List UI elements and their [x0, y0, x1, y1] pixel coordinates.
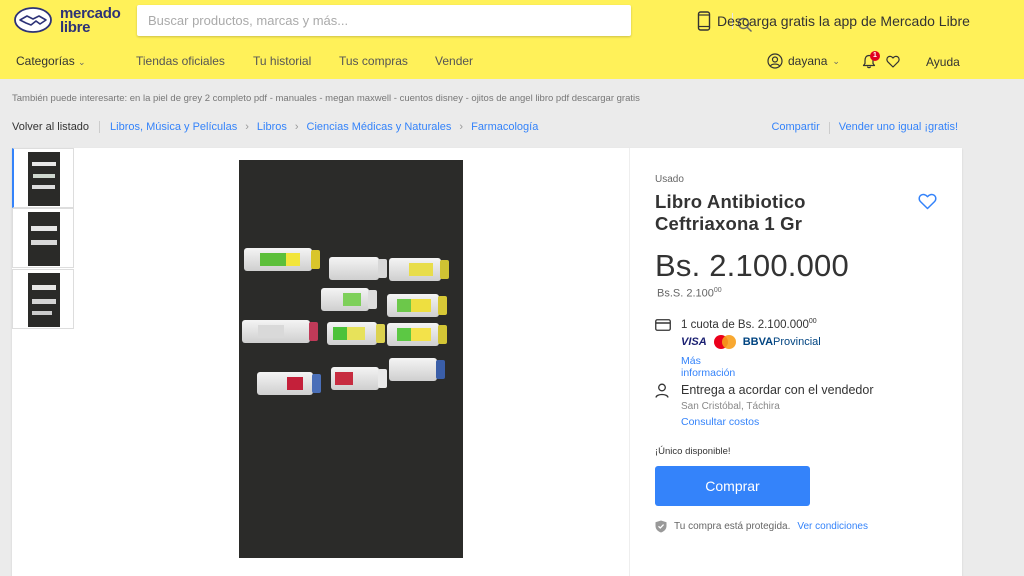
chevron-right-icon: ›	[245, 121, 249, 133]
credit-card-icon	[655, 318, 671, 332]
more-info-link[interactable]: Más información	[681, 355, 735, 379]
shipping-costs-link[interactable]: Consultar costos	[681, 416, 759, 428]
product-price: Bs. 2.100.000	[655, 248, 849, 283]
delivery-text: Entrega a acordar con el vendedor	[681, 383, 874, 397]
user-menu[interactable]: dayana ⌄	[767, 52, 840, 70]
breadcrumb-item[interactable]: Libros, Música y Películas	[110, 121, 237, 133]
nav-tus-compras[interactable]: Tus compras	[339, 54, 408, 68]
vial-shape	[331, 367, 387, 390]
app-download-link[interactable]: Descarga gratis la app de Mercado Libre	[697, 11, 970, 31]
stock-label: ¡Único disponible!	[655, 446, 731, 457]
vial-shape	[329, 257, 387, 280]
heart-icon	[886, 55, 900, 68]
visa-logo: VISA	[681, 336, 707, 348]
username: dayana	[788, 54, 828, 68]
bbva-provincial-logo: BBVAProvincial	[742, 336, 821, 348]
thumbnail-image	[28, 212, 60, 266]
vial-shape	[327, 322, 385, 345]
vial-shape	[389, 258, 449, 281]
mercadolibre-logo[interactable]: mercado libre	[14, 6, 126, 38]
user-avatar-icon	[767, 53, 783, 69]
chevron-down-icon: ⌄	[832, 55, 840, 66]
favorites-button[interactable]	[886, 55, 900, 68]
vial-shape	[389, 358, 445, 381]
breadcrumb: Volver al listado Libros, Música y Pelíc…	[12, 121, 538, 133]
nav-tiendas-oficiales[interactable]: Tiendas oficiales	[136, 54, 225, 68]
heart-icon	[918, 193, 937, 210]
breadcrumb-item[interactable]: Farmacología	[471, 121, 538, 133]
thumbnail-1[interactable]	[12, 148, 74, 208]
product-title: Libro Antibiotico Ceftriaxona 1 Gr	[655, 191, 806, 234]
thumbnail-3[interactable]	[12, 269, 74, 329]
nav-vender[interactable]: Vender	[435, 54, 473, 68]
breadcrumb-item[interactable]: Libros	[257, 121, 287, 133]
vial-shape	[257, 372, 321, 395]
app-promo-text: Descarga gratis la app de Mercado Libre	[717, 13, 970, 29]
column-divider	[629, 148, 630, 576]
search-input[interactable]	[137, 5, 592, 36]
vial-shape	[387, 323, 447, 346]
breadcrumb-item[interactable]: Ciencias Médicas y Naturales	[307, 121, 452, 133]
buy-button[interactable]: Comprar	[655, 466, 810, 506]
phone-icon	[697, 11, 711, 31]
chevron-right-icon: ›	[459, 121, 464, 133]
header: mercado libre Descarga gratis la app de …	[0, 0, 1024, 79]
condition-label: Usado	[655, 174, 684, 185]
handshake-logo-icon	[14, 7, 52, 33]
add-to-favorites-button[interactable]	[918, 193, 937, 210]
chevron-down-icon: ⌄	[78, 57, 86, 67]
product-card: Usado Libro Antibiotico Ceftriaxona 1 Gr…	[12, 148, 962, 576]
protection-text: Tu compra está protegida.	[674, 521, 791, 532]
categories-menu[interactable]: Categorías ⌄	[16, 54, 86, 68]
breadcrumb-actions: Compartir Vender uno igual ¡gratis!	[771, 121, 958, 134]
back-to-list-link[interactable]: Volver al listado	[12, 121, 89, 133]
action-divider	[828, 122, 830, 134]
person-icon	[655, 383, 671, 398]
purchase-protection: Tu compra está protegida. Ver condicione…	[655, 520, 868, 533]
breadcrumb-divider	[99, 121, 101, 133]
chevron-right-icon: ›	[294, 121, 299, 133]
help-link[interactable]: Ayuda	[926, 55, 960, 69]
logo-wordmark: mercado libre	[60, 5, 121, 36]
product-main-photo[interactable]	[239, 160, 463, 558]
sell-same-link[interactable]: Vender uno igual ¡gratis!	[839, 121, 958, 133]
mastercard-logo-icon	[713, 335, 736, 349]
view-conditions-link[interactable]: Ver condiciones	[797, 521, 868, 532]
payment-brands: VISA BBVAProvincial	[681, 335, 821, 349]
related-searches[interactable]: También puede interesarte: en la piel de…	[12, 93, 640, 104]
notification-badge: 1	[870, 51, 880, 61]
installment-text: 1 cuota de Bs. 2.100.00000	[681, 318, 817, 331]
vial-shape	[242, 320, 318, 343]
nav-tu-historial[interactable]: Tu historial	[253, 54, 311, 68]
vial-shape	[244, 248, 320, 271]
thumbnail-image	[28, 152, 60, 206]
vial-shape	[321, 288, 377, 311]
search-bar	[137, 5, 752, 36]
thumbnail-image	[28, 273, 60, 327]
shield-check-icon	[655, 520, 667, 533]
vial-shape	[387, 294, 447, 317]
share-link[interactable]: Compartir	[771, 121, 819, 133]
seller-location: San Cristóbal, Táchira	[681, 401, 780, 412]
price-soberano: Bs.S. 2.10000	[657, 287, 722, 300]
thumbnail-2[interactable]	[12, 208, 74, 268]
